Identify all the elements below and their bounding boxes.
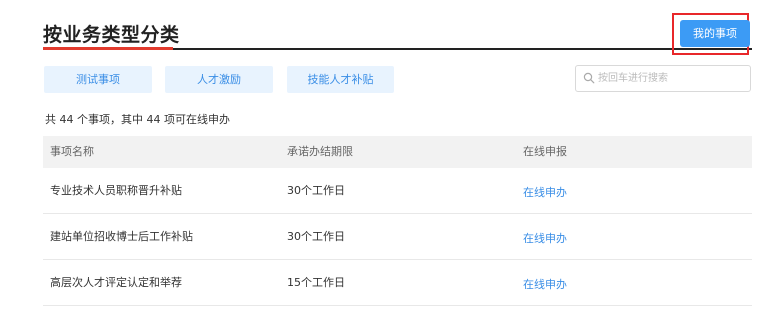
title-accent-bar	[43, 47, 173, 50]
item-deadline: 30个工作日	[287, 230, 345, 243]
section-header: 按业务类型分类	[43, 18, 755, 51]
my-items-button[interactable]: 我的事项	[680, 20, 750, 47]
column-header-deadline: 承诺办结期限	[287, 145, 353, 158]
online-apply-link[interactable]: 在线申办	[523, 230, 567, 246]
tag-talent-incentive[interactable]: 人才激励	[165, 66, 273, 93]
page-title: 按业务类型分类	[43, 24, 180, 46]
item-name: 建站单位招收博士后工作补贴	[50, 230, 193, 243]
online-apply-link[interactable]: 在线申办	[523, 184, 567, 200]
item-name: 专业技术人员职称晋升补贴	[50, 184, 182, 197]
table-row: 建站单位招收博士后工作补贴 30个工作日 在线申办	[43, 214, 752, 260]
items-summary: 共 44 个事项，其中 44 项可在线申办	[45, 113, 230, 126]
column-header-name: 事项名称	[50, 145, 94, 158]
online-apply-link[interactable]: 在线申办	[523, 276, 567, 292]
table-header: 事项名称 承诺办结期限 在线申报	[43, 136, 752, 168]
item-deadline: 15个工作日	[287, 276, 345, 289]
item-deadline: 30个工作日	[287, 184, 345, 197]
tag-test-items[interactable]: 测试事项	[44, 66, 152, 93]
item-name: 高层次人才评定认定和举荐	[50, 276, 182, 289]
column-header-online-apply: 在线申报	[523, 145, 567, 158]
table-row: 专业技术人员职称晋升补贴 30个工作日 在线申办	[43, 168, 752, 214]
search-box[interactable]	[575, 65, 751, 92]
table-row: 高层次人才评定认定和举荐 15个工作日 在线申办	[43, 260, 752, 306]
items-table: 事项名称 承诺办结期限 在线申报 专业技术人员职称晋升补贴 30个工作日 在线申…	[43, 136, 752, 306]
tag-skill-talent-subsidy[interactable]: 技能人才补贴	[287, 66, 394, 93]
search-input[interactable]	[598, 69, 746, 88]
search-icon	[583, 72, 595, 84]
